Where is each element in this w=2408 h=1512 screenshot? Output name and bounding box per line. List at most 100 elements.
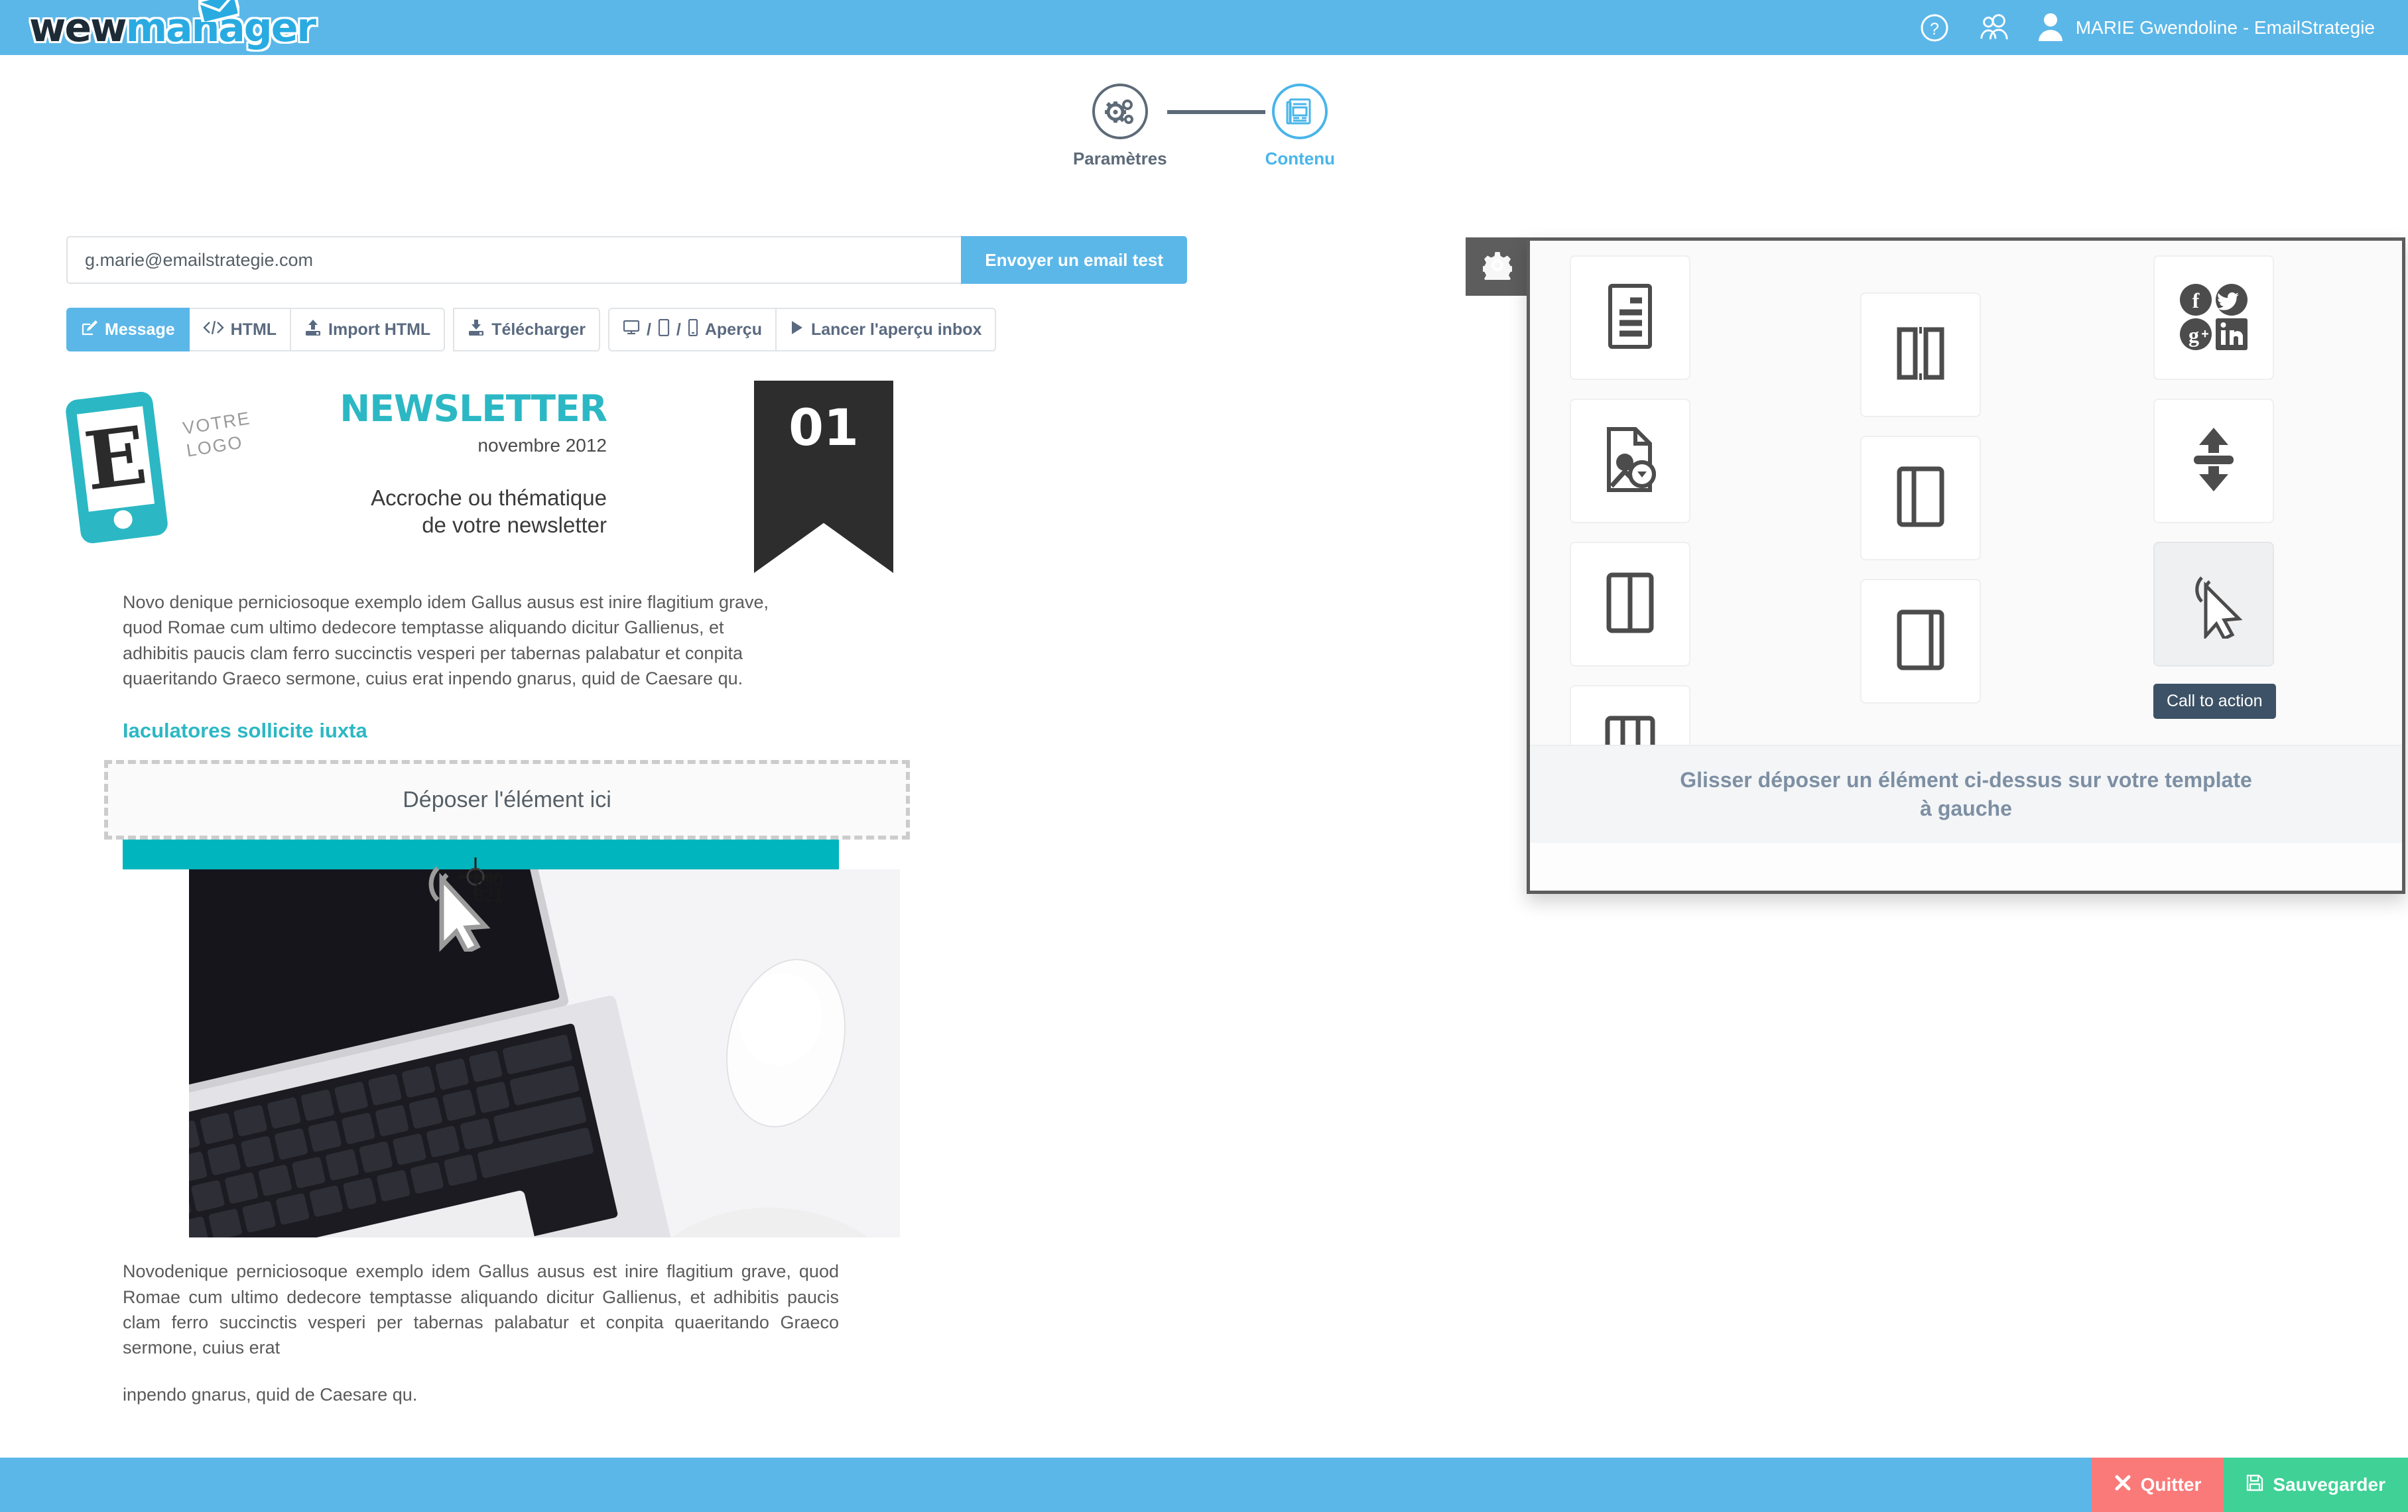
newsletter-tagline-line1: Accroche ou thématique [371,485,607,510]
step-parametres[interactable]: Paramètres [1073,84,1167,169]
newspaper-icon [1272,84,1328,139]
button-import-html-label: Import HTML [328,320,431,339]
help-icon[interactable]: ? [1918,11,1951,44]
panel-hint-text: Glisser déposer un élément ci-dessus sur… [1680,767,2252,820]
element-tile-social[interactable]: f g + [2153,255,2274,380]
newsletter-header: E VOTRE LOGO NEWSLETTER novembre 2012 Ac… [64,381,893,573]
logo-phone-shape: E [64,390,169,545]
svg-text:?: ? [1930,20,1939,38]
tablet-icon [658,318,670,341]
envelope-icon [196,0,241,25]
gear-icon [1480,251,1515,286]
teal-divider-bar [123,840,839,870]
desktop-icon [623,320,640,340]
newsletter-body-paragraph: Novo denique perniciosoque exemplo idem … [123,592,769,688]
play-icon [790,320,804,340]
code-icon [202,320,224,340]
element-tooltip: Call to action [2153,684,2276,719]
pencil-square-icon [81,319,98,341]
newsletter-photo [189,869,900,1238]
sidebar-left-icon [1890,462,1951,535]
split-columns-icon [1890,319,1951,391]
toolbar-gap-2 [600,308,608,351]
panel-hint: Glisser déposer un élément ci-dessus sur… [1530,745,2402,843]
floppy-disk-icon [2246,1474,2263,1496]
issue-ribbon: 01 [754,381,893,573]
panel-settings-gear-tab[interactable] [1466,237,1529,296]
element-tile-two-column[interactable] [1570,542,1690,666]
editor-pane: Envoyer un email test Message HTML Impor… [64,236,1187,1407]
send-test-email-button[interactable]: Envoyer un email test [961,236,1187,284]
preview-slash-1: / [646,320,651,339]
users-icon[interactable] [1978,11,2011,44]
quit-button-label: Quitter [2140,1474,2202,1495]
download-icon [468,319,485,341]
mobile-icon [688,318,698,341]
tab-message-label: Message [105,320,175,339]
newsletter-subtitle: Iaculatores sollicite iuxta [123,719,367,743]
preview-slash-2: / [676,320,681,339]
newsletter-tagline: Accroche ou thématique de votre newslett… [328,484,607,539]
logo-letter: E [80,409,152,509]
toolbar-gap-1 [445,308,453,351]
upload-icon [304,319,322,341]
text-block-icon [1602,282,1658,354]
elements-grid: f g + Call to action [1530,241,2402,810]
logo-phone-screen: E [76,406,155,512]
logo-phone-button [113,509,134,531]
element-tile-sidebar-left[interactable] [1860,436,1981,560]
step-contenu-label: Contenu [1265,149,1336,168]
svg-text:+: + [2201,327,2209,342]
button-preview-label: Aperçu [704,320,762,339]
newsletter-title: NEWSLETTER [340,387,607,430]
panel-bottom-strip [1530,843,2402,891]
newsletter-footer-paragraph-last: inpendo gnarus, quid de Caesare qu. [123,1384,418,1405]
elements-panel: f g + Call to action Glisser déposer un … [1527,237,2405,894]
wizard-stepper: Paramètres Contenu [0,84,2408,169]
header-actions: ? MARIE Gwendoline - EmailStrategie [1918,11,2375,44]
svg-text:f: f [2192,288,2200,312]
button-import-html[interactable]: Import HTML [291,308,446,351]
element-tile-image[interactable] [1570,399,1690,523]
brand-part-1: wew [29,4,127,51]
user-avatar-icon [2037,11,2064,44]
social-icons-icon: f g + [2177,281,2250,355]
element-tile-spacer[interactable] [2153,399,2274,523]
call-to-action-icon [2183,567,2244,642]
editor-toolbar: Message HTML Import HTML Télécharger / /… [66,308,1187,351]
element-tile-sidebar-right[interactable] [1860,579,1981,704]
save-button-label: Sauvegarder [2273,1474,2385,1495]
drag-coordinate-y: 821 [474,885,503,905]
step-parametres-label: Paramètres [1072,149,1167,168]
element-tile-call-to-action[interactable] [2153,542,2274,666]
gears-icon [1092,84,1148,139]
user-menu[interactable]: MARIE Gwendoline - EmailStrategie [2037,11,2375,44]
step-contenu[interactable]: Contenu [1265,84,1335,169]
newsletter-title-block: NEWSLETTER novembre 2012 Accroche ou thé… [328,387,607,539]
app-header: wewmanager ? MARIE Gwendoline - EmailStr… [0,0,2408,55]
newsletter-tagline-line2: de votre newsletter [422,513,607,538]
issue-number: 01 [789,398,859,457]
button-preview[interactable]: / / Aperçu [607,308,777,351]
save-button[interactable]: Sauvegarder [2224,1458,2408,1512]
brand-text: wewmanager [29,4,316,51]
test-email-row: Envoyer un email test [66,236,1187,284]
newsletter-preview: E VOTRE LOGO NEWSLETTER novembre 2012 Ac… [64,381,910,1407]
element-tile-text[interactable] [1570,255,1690,380]
tab-html-label: HTML [230,320,277,339]
image-block-icon [1600,425,1661,497]
tab-message[interactable]: Message [66,308,190,351]
svg-text:g: g [2188,323,2199,347]
drag-coordinates: 590 821 [474,871,503,905]
button-inbox-preview[interactable]: Lancer l'aperçu inbox [776,308,997,351]
test-email-input[interactable] [66,236,962,284]
quit-button[interactable]: Quitter [2091,1458,2224,1512]
app-logo[interactable]: wewmanager [29,0,316,51]
element-tile-split-columns[interactable] [1860,292,1981,417]
newsletter-date: novembre 2012 [477,435,607,456]
sidebar-right-icon [1890,605,1951,678]
tab-html[interactable]: HTML [189,308,292,351]
button-download[interactable]: Télécharger [453,308,600,351]
user-name-label: MARIE Gwendoline - EmailStrategie [2075,17,2375,38]
drop-zone[interactable]: Déposer l'élément ici [104,760,910,840]
